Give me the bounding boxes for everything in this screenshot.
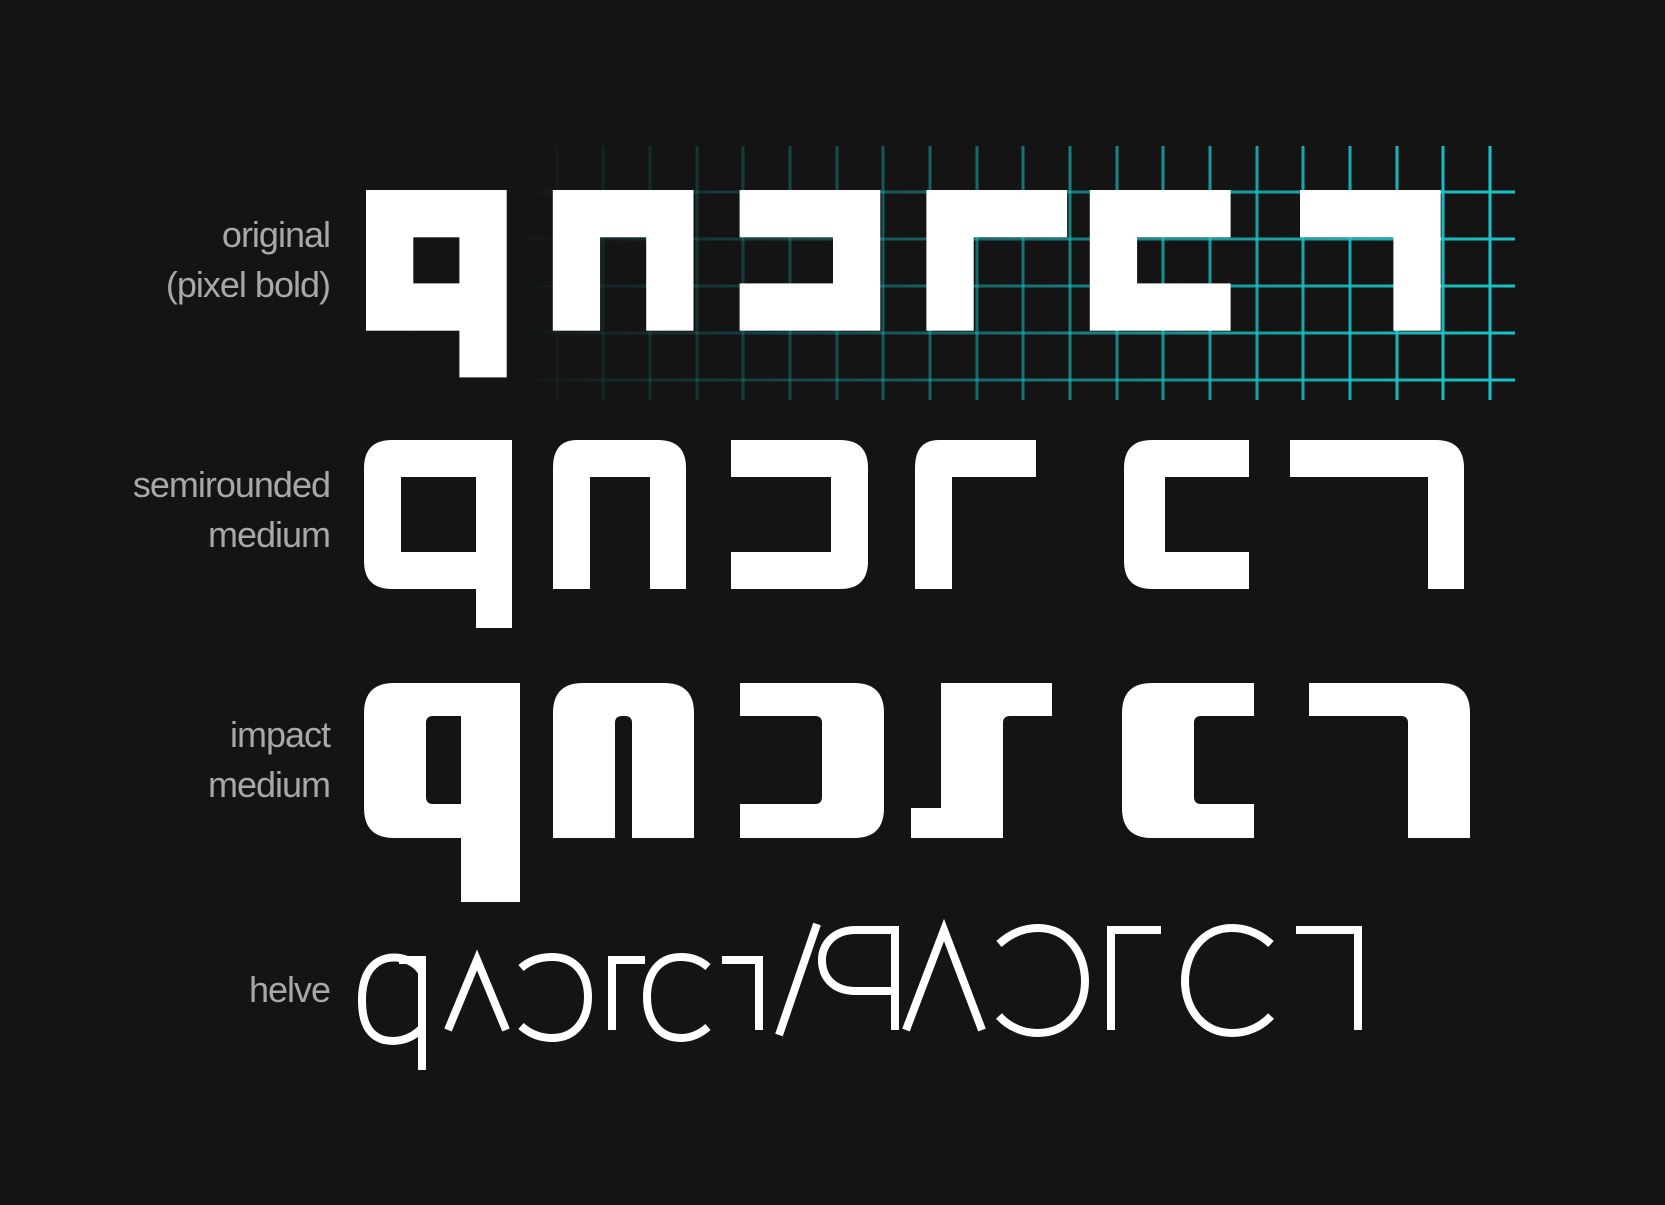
helve-glyph-open-C — [996, 923, 1090, 1038]
pixel-cell — [1136, 190, 1184, 238]
pixel-cell — [646, 236, 694, 284]
pixel-cell — [1393, 190, 1441, 238]
helve-glyph-r — [608, 956, 645, 1030]
pixel-cell — [1089, 283, 1138, 331]
glyph-artwork — [357, 146, 1515, 1070]
pixel-cell — [1136, 283, 1184, 331]
pixel-glyph-open-c — [739, 190, 881, 331]
semi-glyph-c — [1124, 440, 1249, 589]
impact-glyph-q — [364, 683, 520, 902]
pixel-cell — [1346, 190, 1394, 238]
pixel-cell — [786, 190, 834, 238]
pixel-cell — [833, 283, 881, 331]
helve-glyph-hook-cap — [1296, 926, 1362, 1030]
impact-glyphs — [364, 683, 1470, 902]
helve-glyphs — [357, 918, 1362, 1070]
pixel-cell — [973, 190, 1021, 238]
impact-glyph-n — [553, 683, 694, 838]
pixel-cell — [786, 283, 834, 331]
pixel-cell — [366, 283, 414, 331]
pixel-cell — [459, 283, 507, 331]
pixel-glyph-hook — [1300, 190, 1441, 331]
pixel-cell — [599, 190, 647, 238]
semi-glyph-hook — [1290, 440, 1464, 589]
semi-glyph-n — [553, 440, 686, 589]
pixel-cell — [412, 283, 460, 331]
impact-glyph-r — [911, 683, 1052, 838]
pixel-cell — [552, 190, 601, 238]
helve-glyph-Lambda — [902, 918, 986, 1032]
pixel-cell — [1300, 190, 1348, 238]
impact-glyph-c — [1122, 683, 1254, 838]
helve-glyph-c — [642, 952, 711, 1043]
pixel-glyph-q — [366, 190, 507, 378]
pixel-cell — [552, 283, 601, 331]
pixel-cell — [1183, 283, 1231, 331]
pixel-cell — [1183, 190, 1231, 238]
pixel-glyph-n — [552, 190, 694, 331]
impact-glyph-hook — [1309, 683, 1470, 838]
semi-glyph-q — [364, 440, 512, 628]
pixel-cell — [833, 190, 881, 238]
pixel-cell — [1393, 283, 1441, 331]
pixel-cell — [459, 236, 507, 284]
pixel-cell — [366, 190, 414, 238]
pixel-cell — [366, 236, 414, 284]
pixel-bold-glyphs — [366, 190, 1441, 378]
helve-glyph-hook — [722, 956, 763, 1030]
pixel-cell — [739, 283, 787, 331]
pixel-cell — [552, 236, 601, 284]
pixel-cell — [459, 330, 507, 378]
pixel-cell — [459, 190, 507, 238]
helve-glyph-q — [357, 953, 426, 1070]
helve-glyph-P — [817, 926, 899, 1030]
semirounded-glyphs — [364, 440, 1464, 628]
pixel-cell — [1089, 190, 1138, 238]
helve-glyph-C — [1180, 923, 1274, 1038]
semi-glyph-r — [915, 440, 1036, 589]
pixel-cell — [739, 190, 787, 238]
pixel-cell — [926, 236, 974, 284]
pixel-cell — [412, 190, 460, 238]
pixel-cell — [1019, 190, 1068, 238]
pixel-cell — [646, 283, 694, 331]
pixel-cell — [926, 190, 974, 238]
helve-glyph-slash — [775, 922, 821, 1037]
semi-glyph-open-c — [731, 440, 868, 589]
helve-glyph-vturn — [444, 949, 510, 1032]
helve-glyph-open-o — [518, 952, 593, 1043]
pixel-cell — [1393, 236, 1441, 284]
pixel-cell — [646, 190, 694, 238]
pixel-cell — [1089, 236, 1138, 284]
specimen-sheet: original (pixel bold) semirounded medium… — [0, 0, 1665, 1205]
pixel-cell — [926, 283, 974, 331]
impact-glyph-open-c — [740, 683, 884, 838]
helve-glyph-Gamma — [1107, 926, 1161, 1030]
pixel-cell — [833, 236, 881, 284]
pixel-glyph-r — [926, 190, 1068, 331]
